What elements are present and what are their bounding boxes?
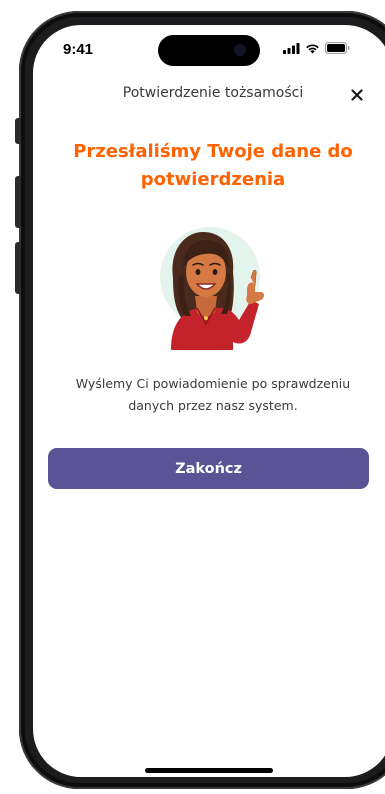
action-button [15, 118, 21, 144]
battery-icon [325, 42, 350, 54]
screen-header: Potwierdzenie tożsamości [33, 81, 385, 111]
camera-lens [234, 44, 246, 56]
status-bar: 9:41 [33, 25, 385, 75]
dynamic-island [158, 35, 260, 66]
close-icon [351, 89, 363, 101]
phone-screen: 9:41 Potwierdzenie tożsamości Przesłaliś… [33, 25, 385, 777]
cellular-signal-icon [283, 42, 300, 54]
page-title: Potwierdzenie tożsamości [122, 85, 304, 101]
notification-message: Wyślemy Ci powiadomienie po sprawdzeniu … [75, 376, 351, 413]
close-button[interactable] [345, 83, 369, 107]
volume-up-button [15, 176, 21, 228]
status-icons [283, 41, 350, 55]
woman-thumbs-up-illustration [160, 227, 264, 350]
device-mockup: 9:41 Potwierdzenie tożsamości Przesłaliś… [0, 0, 385, 794]
volume-down-button [15, 242, 21, 294]
confirmation-headline: Przesłaliśmy Twoje dane do potwierdzenia [73, 141, 353, 190]
finish-button[interactable]: Zakończ [48, 448, 369, 489]
wifi-icon [306, 43, 319, 53]
status-time: 9:41 [63, 41, 94, 58]
home-indicator[interactable] [145, 768, 273, 773]
